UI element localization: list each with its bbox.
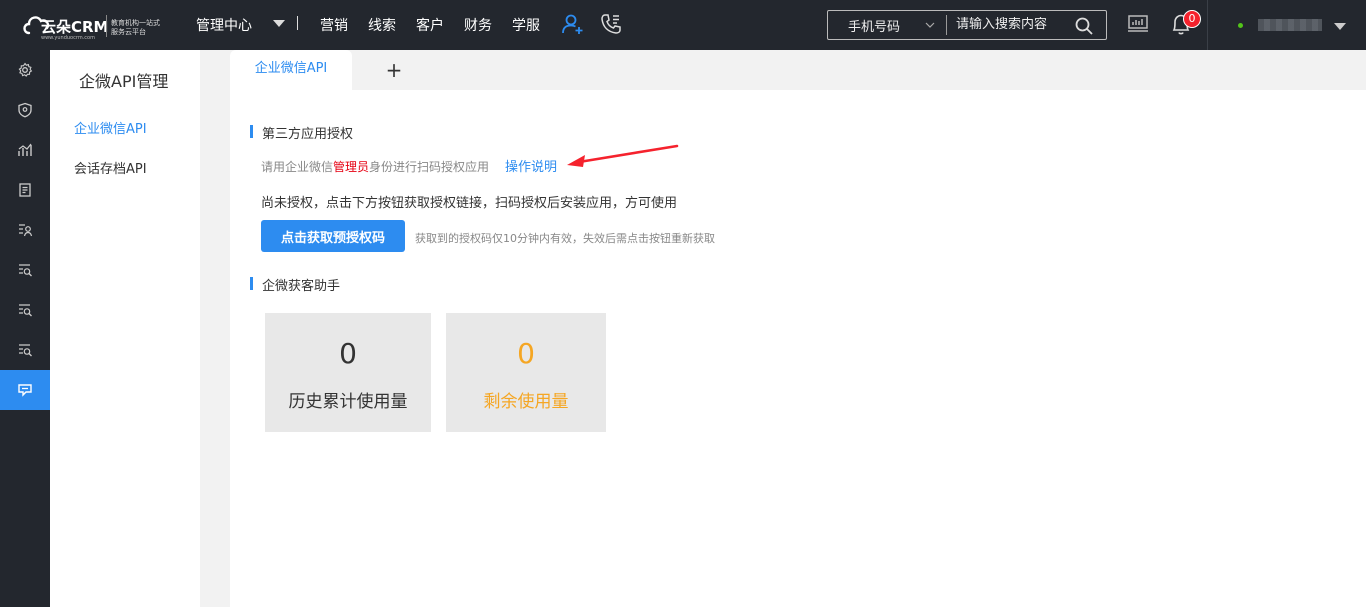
button-validity-hint: 获取到的授权码仅10分钟内有效，失效后需点击按钮重新获取 bbox=[415, 232, 715, 245]
stat-label: 历史累计使用量 bbox=[288, 392, 408, 412]
stat-card-total-usage: 0 历史累计使用量 bbox=[265, 313, 431, 432]
online-status-dot bbox=[1238, 23, 1243, 28]
menu-item-wecom-api[interactable]: 企业微信API bbox=[74, 118, 147, 137]
hint-suffix: 身份进行扫码授权应用 bbox=[369, 160, 490, 174]
logo-divider bbox=[106, 15, 107, 37]
rail-search-list-2[interactable] bbox=[0, 290, 50, 330]
app-logo[interactable]: 云朵CRM www.yunduocrm.com 教育机构一站式服务云平台 bbox=[22, 9, 162, 43]
document-icon bbox=[19, 183, 31, 197]
search-list-icon bbox=[19, 304, 32, 317]
search-input[interactable] bbox=[956, 17, 1066, 32]
rail-search-list-3[interactable] bbox=[0, 330, 50, 370]
nav-marketing[interactable]: 营销 bbox=[320, 15, 348, 35]
operation-guide-link[interactable]: 操作说明 bbox=[505, 156, 557, 175]
main-content: 第三方应用授权 请用企业微信管理员身份进行扫码授权应用 操作说明 尚未授权，点击… bbox=[230, 90, 1366, 607]
gear-icon bbox=[18, 62, 33, 77]
nav-customers[interactable]: 客户 bbox=[416, 15, 444, 35]
search-divider bbox=[946, 15, 947, 35]
search-list-icon bbox=[19, 264, 32, 277]
chart-icon bbox=[18, 143, 32, 156]
user-list-icon bbox=[19, 224, 33, 237]
global-search: 手机号码 bbox=[827, 10, 1107, 40]
stat-card-remaining-usage: 0 剩余使用量 bbox=[446, 313, 606, 432]
brand-url: www.yunduocrm.com bbox=[41, 35, 95, 41]
wechat-api-icon bbox=[18, 384, 32, 397]
monitor-icon[interactable] bbox=[1127, 14, 1149, 34]
caret-down-icon[interactable] bbox=[1334, 23, 1346, 30]
add-user-icon[interactable] bbox=[561, 12, 585, 36]
stat-label: 剩余使用量 bbox=[483, 392, 569, 412]
section-title-authorization: 第三方应用授权 bbox=[250, 123, 353, 142]
get-preauth-code-button[interactable]: 点击获取预授权码 bbox=[261, 220, 405, 252]
search-icon[interactable] bbox=[1074, 16, 1094, 36]
rail-user-list[interactable] bbox=[0, 210, 50, 250]
shield-icon bbox=[18, 102, 32, 118]
menu-item-session-archive-api[interactable]: 会话存档API bbox=[74, 158, 147, 177]
authorization-notice: 尚未授权，点击下方按钮获取授权链接，扫码授权后安装应用，方可使用 bbox=[261, 196, 678, 211]
notification-badge: 0 bbox=[1183, 10, 1201, 28]
phone-icon[interactable] bbox=[599, 12, 623, 36]
brand-slogan: 教育机构一站式服务云平台 bbox=[111, 19, 160, 36]
rail-analytics[interactable] bbox=[0, 130, 50, 170]
tab-bar: 企业微信API + bbox=[230, 50, 1366, 90]
rail-settings[interactable] bbox=[0, 50, 50, 90]
search-list-icon bbox=[19, 344, 32, 357]
search-type-select[interactable]: 手机号码 bbox=[848, 16, 900, 35]
nav-student-service[interactable]: 学服 bbox=[512, 15, 540, 35]
nav-leads[interactable]: 线索 bbox=[368, 15, 396, 35]
tab-wecom-api[interactable]: 企业微信API bbox=[230, 50, 352, 90]
rail-wechat-api[interactable] bbox=[0, 370, 50, 410]
admin-hint: 请用企业微信管理员身份进行扫码授权应用 bbox=[261, 158, 489, 175]
brand-name: 云朵CRM bbox=[41, 18, 109, 36]
nav-finance[interactable]: 财务 bbox=[464, 15, 492, 35]
menu-title: 企微API管理 bbox=[79, 72, 169, 91]
stat-value: 0 bbox=[339, 337, 357, 370]
management-center-menu[interactable]: 管理中心 bbox=[196, 15, 252, 35]
red-arrow-annotation bbox=[567, 144, 679, 167]
chevron-down-icon[interactable] bbox=[925, 20, 935, 30]
nav-divider bbox=[297, 16, 298, 30]
icon-sidebar bbox=[0, 50, 50, 607]
hint-prefix: 请用企业微信 bbox=[261, 160, 334, 174]
user-name-redacted[interactable] bbox=[1258, 19, 1322, 31]
top-navigation-bar: 云朵CRM www.yunduocrm.com 教育机构一站式服务云平台 管理中… bbox=[0, 0, 1366, 50]
rail-documents[interactable] bbox=[0, 170, 50, 210]
rail-security[interactable] bbox=[0, 90, 50, 130]
secondary-menu: 企微API管理 企业微信API 会话存档API bbox=[50, 50, 200, 607]
caret-down-icon[interactable] bbox=[273, 20, 285, 27]
add-tab-icon[interactable]: + bbox=[384, 58, 404, 82]
section-title-acquisition-assistant: 企微获客助手 bbox=[250, 275, 340, 294]
topbar-divider bbox=[1207, 0, 1208, 50]
hint-admin-highlight: 管理员 bbox=[333, 160, 370, 174]
rail-search-list-1[interactable] bbox=[0, 250, 50, 290]
stat-value: 0 bbox=[517, 337, 535, 370]
